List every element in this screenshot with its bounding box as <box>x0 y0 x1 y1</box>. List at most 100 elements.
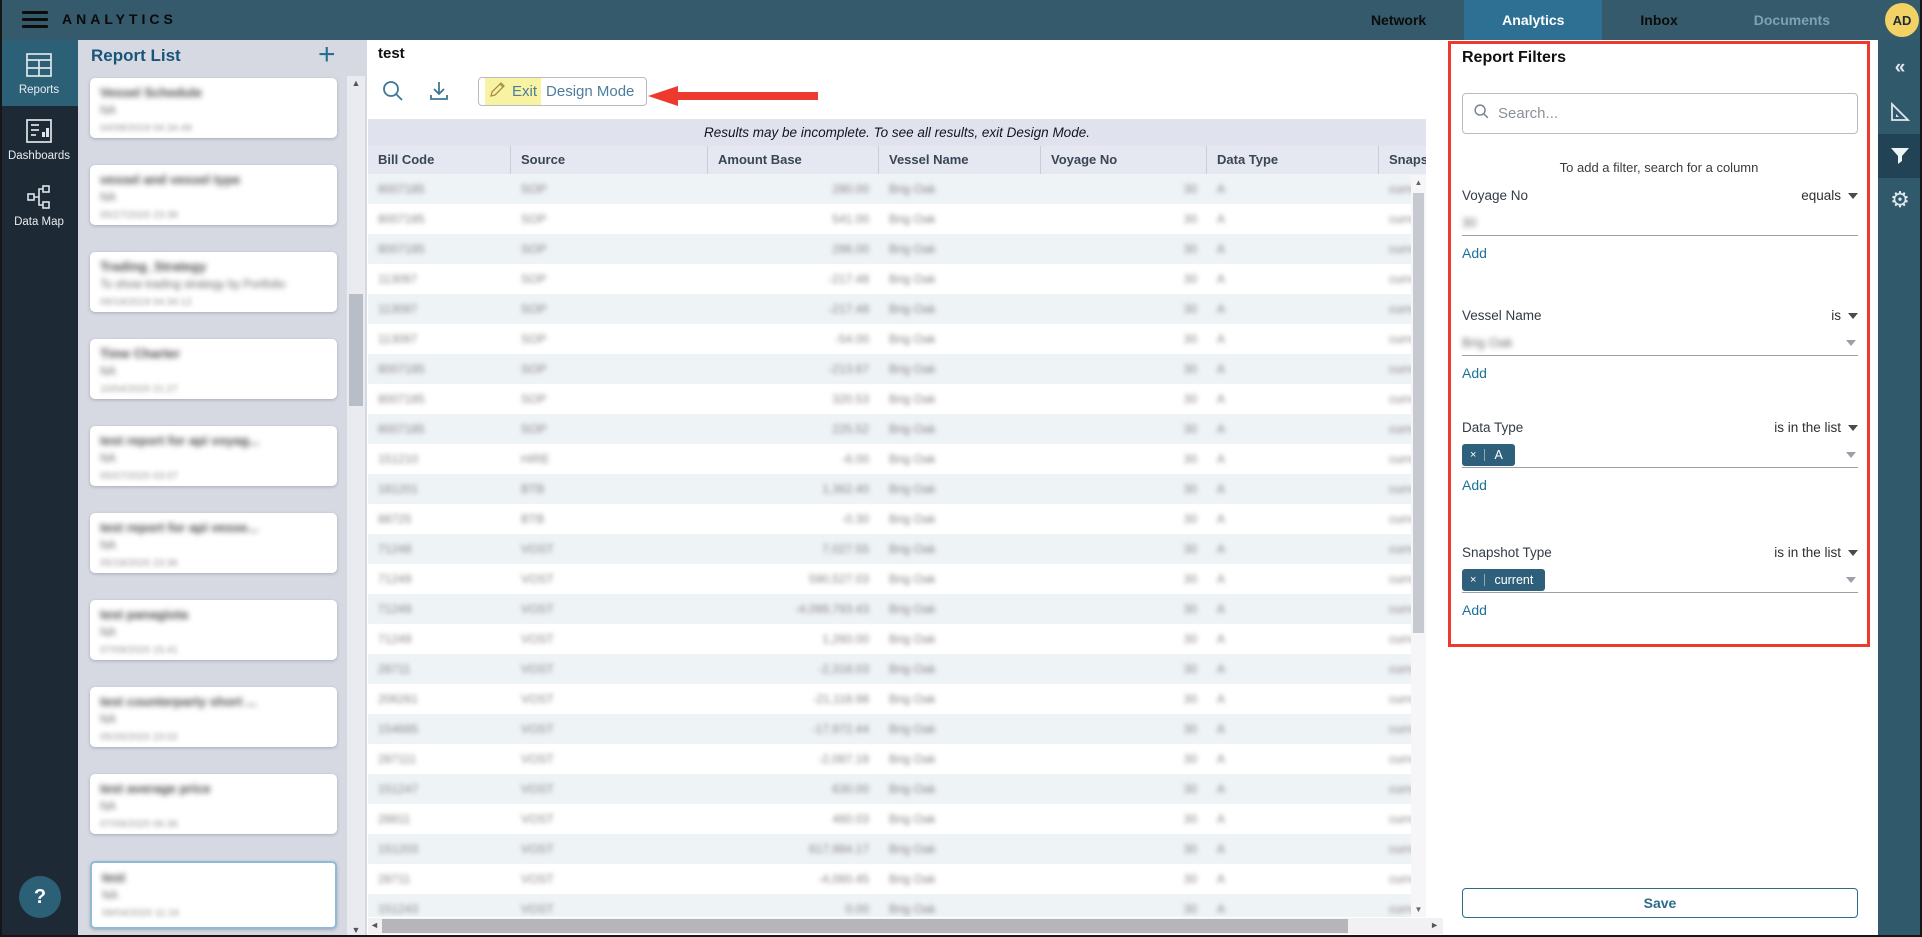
table-row[interactable]: 287111VOST-2,087.18Brig Oak30Acurrent <box>368 744 1426 774</box>
scrollbar-thumb[interactable] <box>1413 193 1424 633</box>
column-header-amount-base[interactable]: Amount Base <box>708 146 879 174</box>
exit-design-mode-button[interactable]: Exit Design Mode <box>478 77 647 106</box>
nav-item-documents[interactable]: Documents <box>1716 0 1868 40</box>
hamburger-menu-icon[interactable] <box>22 11 48 29</box>
scrollbar-thumb[interactable] <box>382 919 1348 933</box>
column-header-vessel-name[interactable]: Vessel Name <box>879 146 1041 174</box>
table-row[interactable]: 28711VOST-2,318.03Brig Oak30Acurrent <box>368 654 1426 684</box>
report-card[interactable]: Vessel ScheduleNA04/08/2019 04:34:49 <box>90 78 337 138</box>
column-header-voyage-no[interactable]: Voyage No <box>1041 146 1207 174</box>
sidebar-item-reports[interactable]: Reports <box>0 40 78 106</box>
table-row[interactable]: 206261VOST-21,118.98Brig Oak30Acurrent <box>368 684 1426 714</box>
table-row[interactable]: 151247VOST630.00Brig Oak30Acurrent <box>368 774 1426 804</box>
filter-icon[interactable] <box>1878 134 1922 178</box>
report-card[interactable]: test average priceNA07/09/2020 06:36 <box>90 774 337 834</box>
cell-voyage: 30 <box>1041 894 1207 917</box>
table-horizontal-scrollbar[interactable]: ◄ ► <box>368 918 1443 934</box>
table-row[interactable]: 71249VOST1,260.00Brig Oak30Acurrent <box>368 624 1426 654</box>
add-filter-value-link[interactable]: Add <box>1462 365 1492 381</box>
column-header-data-type[interactable]: Data Type <box>1207 146 1379 174</box>
search-icon[interactable] <box>381 79 407 105</box>
nav-item-inbox[interactable]: Inbox <box>1602 0 1715 40</box>
add-filter-value-link[interactable]: Add <box>1462 477 1492 493</box>
sidebar-item-dashboards[interactable]: Dashboards <box>0 106 78 172</box>
report-card[interactable]: Trading_StrategyTo show trading strategy… <box>90 252 337 312</box>
chevron-down-icon[interactable] <box>1846 577 1856 583</box>
table-row[interactable]: 71249VOST-4,099,793.43Brig Oak30Acurrent <box>368 594 1426 624</box>
report-card[interactable]: test report for api vesse...NA05/18/2020… <box>90 513 337 573</box>
filter-value-row[interactable]: Brig Oak <box>1462 332 1858 356</box>
filter-operator-dropdown[interactable]: is in the list <box>1774 545 1858 560</box>
table-row[interactable]: 181201BTB1,362.40Brig Oak30Acurrent <box>368 474 1426 504</box>
table-row[interactable]: 8007185SOP-213.67Brig Oak30Acurrent <box>368 354 1426 384</box>
report-card[interactable]: test counterparty short ...NA05/26/2020 … <box>90 687 337 747</box>
cell-data_type: A <box>1207 624 1379 654</box>
scrollbar-thumb[interactable] <box>349 294 363 406</box>
table-row[interactable]: 28711VOST-4,060.45Brig Oak30Acurrent <box>368 864 1426 894</box>
help-button[interactable]: ? <box>19 876 61 918</box>
table-row[interactable]: 71248VOST7,027.55Brig Oak30Acurrent <box>368 534 1426 564</box>
table-row[interactable]: 154685VOST-17,972.44Brig Oak30Acurrent <box>368 714 1426 744</box>
table-row[interactable]: 113097SOP-217.48Brig Oak30Acurrent <box>368 294 1426 324</box>
collapse-panel-icon[interactable]: « <box>1878 46 1922 90</box>
filter-operator-dropdown[interactable]: equals <box>1801 188 1858 203</box>
table-row[interactable]: 151210HIRE-6.00Brig Oak30Acurrent <box>368 444 1426 474</box>
report-card-title: Vessel Schedule <box>100 85 327 100</box>
report-card[interactable]: testNA09/04/2020 11:16 <box>90 861 337 929</box>
scroll-up-icon[interactable]: ▲ <box>347 78 365 88</box>
filter-value-row[interactable]: ×current <box>1462 569 1858 593</box>
cell-data_type: A <box>1207 594 1379 624</box>
table-row[interactable]: 151243VOST0.00Brig Oak30Acurrent <box>368 894 1426 917</box>
cell-amount: 0.00 <box>708 894 879 917</box>
chevron-down-icon[interactable] <box>1846 340 1856 346</box>
column-header-source[interactable]: Source <box>511 146 708 174</box>
column-header-bill-code[interactable]: Bill Code <box>368 146 511 174</box>
nav-item-network[interactable]: Network <box>1333 0 1464 40</box>
column-header-snapshot-type[interactable]: Snapshot Type <box>1379 146 1426 174</box>
add-filter-value-link[interactable]: Add <box>1462 245 1492 261</box>
scroll-right-icon[interactable]: ► <box>1430 920 1439 930</box>
filter-operator-dropdown[interactable]: is in the list <box>1774 420 1858 435</box>
remove-chip-icon[interactable]: × <box>1462 449 1485 461</box>
cell-amount: 617,984.17 <box>708 834 879 864</box>
table-row[interactable]: 8007185SOP280.00Brig Oak30Acurrent <box>368 174 1426 204</box>
settings-gear-icon[interactable]: ⚙ <box>1878 178 1922 222</box>
measure-icon[interactable] <box>1878 90 1922 134</box>
table-row[interactable]: 8007185SOP320.53Brig Oak30Acurrent <box>368 384 1426 414</box>
table-row[interactable]: 8007185SOP541.00Brig Oak30Acurrent <box>368 204 1426 234</box>
table-row[interactable]: 71249VOST590,527.03Brig Oak30Acurrent <box>368 564 1426 594</box>
report-card[interactable]: test report for api voyag...NA05/07/2020… <box>90 426 337 486</box>
table-vertical-scrollbar[interactable]: ▲ ▼ <box>1411 175 1426 917</box>
filter-chip: ×current <box>1462 569 1545 591</box>
table-row[interactable]: 113097SOP-54.00Brig Oak30Acurrent <box>368 324 1426 354</box>
add-filter-value-link[interactable]: Add <box>1462 602 1492 618</box>
report-list-scrollbar[interactable]: ▲ ▼ <box>347 76 365 937</box>
remove-chip-icon[interactable]: × <box>1462 574 1485 586</box>
add-report-button[interactable]: + <box>318 38 336 72</box>
table-row[interactable]: 88725BTB-0.30Brig Oak30Acurrent <box>368 504 1426 534</box>
filter-value-row[interactable]: ×A <box>1462 444 1858 468</box>
table-row[interactable]: 8007185SOP286.00Brig Oak30Acurrent <box>368 234 1426 264</box>
report-card[interactable]: test panagiotaNA07/09/2020 15:41 <box>90 600 337 660</box>
table-row[interactable]: 113097SOP-217.48Brig Oak30Acurrent <box>368 264 1426 294</box>
scroll-left-icon[interactable]: ◄ <box>370 920 379 930</box>
report-card[interactable]: Time CharterNA10/04/2020 21:27 <box>90 339 337 399</box>
chevron-down-icon[interactable] <box>1846 452 1856 458</box>
cell-voyage: 30 <box>1041 384 1207 414</box>
scroll-down-icon[interactable]: ▼ <box>347 925 365 935</box>
table-header-row: Bill CodeSourceAmount BaseVessel NameVoy… <box>368 146 1426 174</box>
save-button[interactable]: Save <box>1462 888 1858 918</box>
download-icon[interactable] <box>427 79 453 105</box>
report-card[interactable]: vessel and vessel typeNA05/27/2020 23:39 <box>90 165 337 225</box>
avatar[interactable]: AD <box>1885 3 1919 37</box>
filter-operator-dropdown[interactable]: is <box>1831 308 1858 323</box>
scroll-down-icon[interactable]: ▼ <box>1411 905 1426 914</box>
table-row[interactable]: 8007185SOP225.52Brig Oak30Acurrent <box>368 414 1426 444</box>
scroll-up-icon[interactable]: ▲ <box>1411 178 1426 187</box>
filter-value-row[interactable]: 30 <box>1462 212 1858 236</box>
nav-item-analytics[interactable]: Analytics <box>1464 0 1602 40</box>
table-row[interactable]: 28811VOST460.03Brig Oak30Acurrent <box>368 804 1426 834</box>
table-row[interactable]: 151203VOST617,984.17Brig Oak30Acurrent <box>368 834 1426 864</box>
filter-search-input[interactable] <box>1498 105 1838 122</box>
sidebar-item-data-map[interactable]: Data Map <box>0 172 78 238</box>
